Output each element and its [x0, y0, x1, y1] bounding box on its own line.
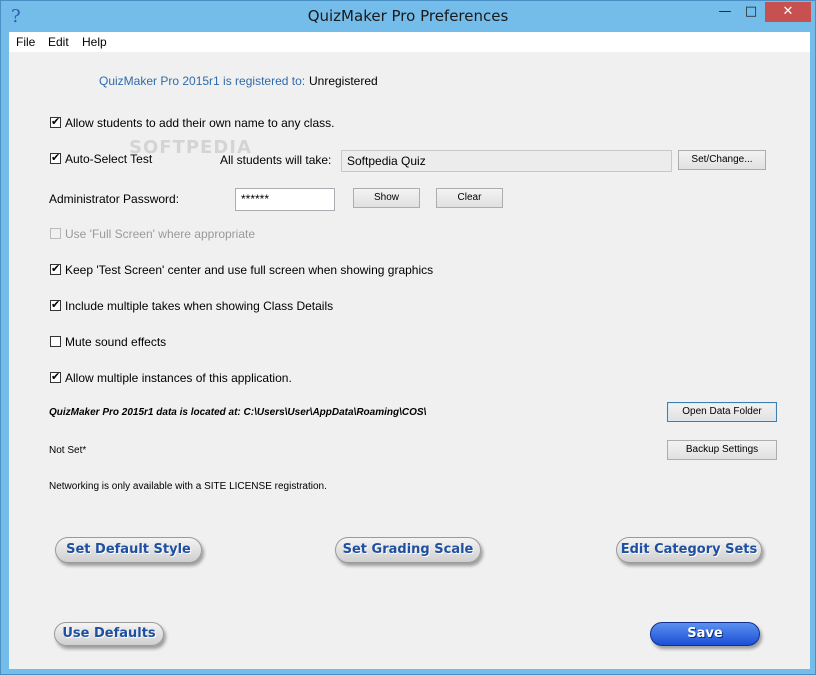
backup-status: Not Set*: [49, 445, 87, 456]
allow-names-label[interactable]: Allow students to add their own name to …: [65, 116, 334, 130]
open-data-folder-button[interactable]: Open Data Folder: [667, 402, 777, 422]
clear-password-button[interactable]: Clear: [436, 188, 503, 208]
preferences-content: SOFTPEDIA QuizMaker Pro 2015r1 is regist…: [9, 52, 810, 669]
use-defaults-button[interactable]: Use Defaults: [54, 622, 164, 646]
edit-category-sets-button[interactable]: Edit Category Sets: [616, 537, 762, 563]
menu-help[interactable]: Help: [82, 35, 107, 49]
mute-sound-checkbox[interactable]: [50, 336, 61, 347]
menu-file[interactable]: File: [16, 35, 35, 49]
full-screen-label: Use 'Full Screen' where appropriate: [65, 227, 256, 241]
set-change-button[interactable]: Set/Change...: [678, 150, 766, 170]
title-bar[interactable]: ? QuizMaker Pro Preferences — □ ✕: [1, 1, 815, 32]
multiple-instances-label[interactable]: Allow multiple instances of this applica…: [65, 371, 292, 385]
password-label: Administrator Password:: [49, 192, 180, 206]
multiple-takes-checkbox[interactable]: [50, 298, 61, 311]
preferences-window: ? QuizMaker Pro Preferences — □ ✕ File E…: [0, 0, 816, 675]
window-title: QuizMaker Pro Preferences: [307, 7, 509, 25]
allow-names-checkbox[interactable]: [50, 115, 61, 128]
mute-sound-label[interactable]: Mute sound effects: [65, 335, 166, 349]
close-button[interactable]: ✕: [765, 2, 811, 22]
auto-select-label[interactable]: Auto-Select Test: [65, 152, 152, 166]
auto-select-checkbox[interactable]: [50, 151, 61, 164]
menu-edit[interactable]: Edit: [48, 35, 69, 49]
maximize-button[interactable]: □: [738, 2, 764, 22]
test-label: All students will take:: [220, 153, 332, 167]
menu-bar: File Edit Help: [9, 32, 810, 52]
minimize-button[interactable]: —: [712, 2, 738, 22]
set-grading-scale-button[interactable]: Set Grading Scale: [335, 537, 481, 563]
client-area: File Edit Help SOFTPEDIA QuizMaker Pro 2…: [9, 32, 810, 669]
test-field[interactable]: Softpedia Quiz: [341, 150, 672, 172]
multiple-instances-checkbox[interactable]: [50, 370, 61, 383]
network-note: Networking is only available with a SITE…: [49, 481, 327, 492]
save-button[interactable]: Save: [650, 622, 760, 646]
keep-center-checkbox[interactable]: [50, 262, 61, 275]
registration-value: Unregistered: [309, 74, 378, 88]
set-default-style-button[interactable]: Set Default Style: [55, 537, 202, 563]
multiple-takes-label[interactable]: Include multiple takes when showing Clas…: [65, 299, 333, 313]
backup-settings-button[interactable]: Backup Settings: [667, 440, 777, 460]
full-screen-checkbox: [50, 228, 61, 239]
data-folder-path: QuizMaker Pro 2015r1 data is located at:…: [49, 407, 427, 418]
show-password-button[interactable]: Show: [353, 188, 420, 208]
keep-center-label[interactable]: Keep 'Test Screen' center and use full s…: [65, 263, 433, 277]
registration-label: QuizMaker Pro 2015r1 is registered to:: [99, 74, 306, 88]
password-field[interactable]: ******: [235, 188, 335, 211]
